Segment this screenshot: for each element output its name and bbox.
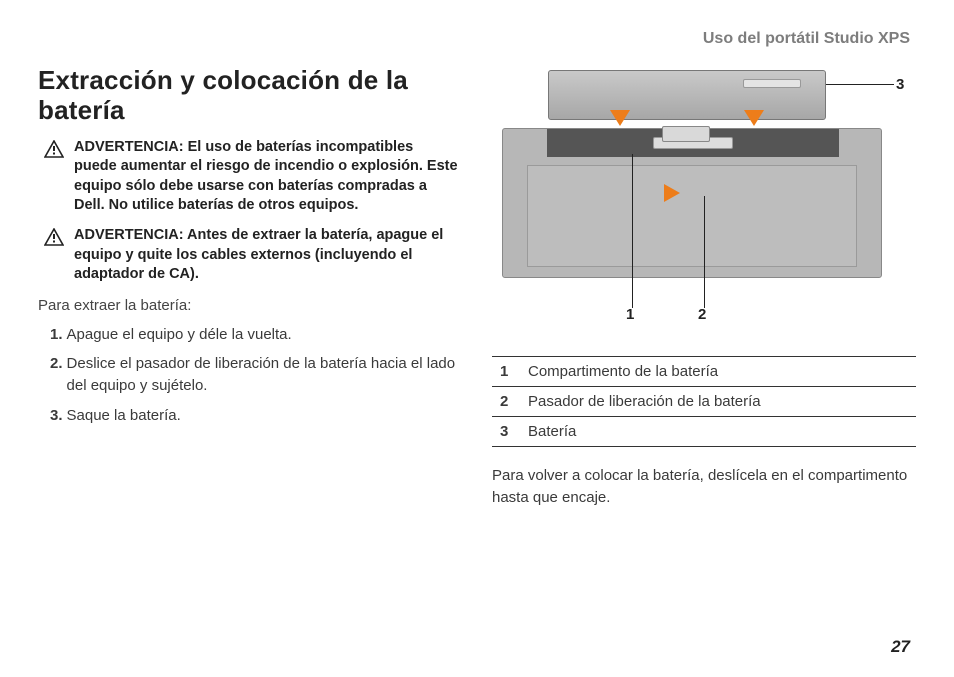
left-column: Extracción y colocación de la batería AD… bbox=[38, 66, 458, 509]
legend-row: 3 Batería bbox=[492, 417, 916, 447]
diagram-laptop bbox=[502, 128, 882, 278]
callout-1: 1 bbox=[626, 306, 634, 323]
legend-num: 3 bbox=[492, 417, 520, 447]
page-number: 27 bbox=[891, 637, 910, 657]
leader-line bbox=[632, 154, 633, 308]
step-2-text: Deslice el pasador de liberación de la b… bbox=[67, 353, 458, 397]
legend-row: 1 Compartimento de la batería bbox=[492, 357, 916, 387]
step-1-text: Apague el equipo y déle la vuelta. bbox=[67, 324, 292, 346]
legend-desc: Compartimento de la batería bbox=[520, 357, 916, 387]
warning-1: ADVERTENCIA: El uso de baterías incompat… bbox=[44, 138, 458, 216]
header-title: Uso del portátil Studio XPS bbox=[38, 30, 916, 48]
arrow-right-icon bbox=[664, 184, 680, 202]
step-3-text: Saque la batería. bbox=[67, 405, 181, 427]
warning-1-text: ADVERTENCIA: El uso de baterías incompat… bbox=[74, 138, 458, 216]
right-column: 3 1 2 1 Compartimento de la batería 2 Pa… bbox=[492, 66, 916, 509]
warning-icon bbox=[44, 140, 64, 216]
warning-2-text: ADVERTENCIA: Antes de extraer la batería… bbox=[74, 226, 458, 285]
legend-desc: Pasador de liberación de la batería bbox=[520, 387, 916, 417]
legend-row: 2 Pasador de liberación de la batería bbox=[492, 387, 916, 417]
legend-table: 1 Compartimento de la batería 2 Pasador … bbox=[492, 356, 916, 447]
diagram-bottom-plate bbox=[527, 165, 857, 267]
warning-2: ADVERTENCIA: Antes de extraer la batería… bbox=[44, 226, 458, 285]
arrow-down-icon bbox=[744, 110, 764, 126]
step-3: 3.Saque la batería. bbox=[50, 405, 458, 427]
callout-3: 3 bbox=[896, 76, 904, 93]
steps-list: 1.Apague el equipo y déle la vuelta. 2.D… bbox=[50, 324, 458, 427]
step-2: 2.Deslice el pasador de liberación de la… bbox=[50, 353, 458, 397]
steps-intro: Para extraer la batería: bbox=[38, 295, 458, 316]
legend-desc: Batería bbox=[520, 417, 916, 447]
leader-line bbox=[704, 196, 705, 308]
section-title: Extracción y colocación de la batería bbox=[38, 66, 458, 126]
diagram-battery bbox=[548, 70, 826, 120]
warning-icon bbox=[44, 228, 64, 285]
content-columns: Extracción y colocación de la batería AD… bbox=[38, 66, 916, 509]
callout-2: 2 bbox=[698, 306, 706, 323]
battery-diagram: 3 1 2 bbox=[492, 66, 916, 316]
legend-num: 2 bbox=[492, 387, 520, 417]
leader-line bbox=[826, 84, 894, 85]
diagram-release-latch bbox=[662, 126, 710, 142]
replace-instruction: Para volver a colocar la batería, deslíc… bbox=[492, 465, 916, 509]
step-1: 1.Apague el equipo y déle la vuelta. bbox=[50, 324, 458, 346]
arrow-down-icon bbox=[610, 110, 630, 126]
legend-num: 1 bbox=[492, 357, 520, 387]
